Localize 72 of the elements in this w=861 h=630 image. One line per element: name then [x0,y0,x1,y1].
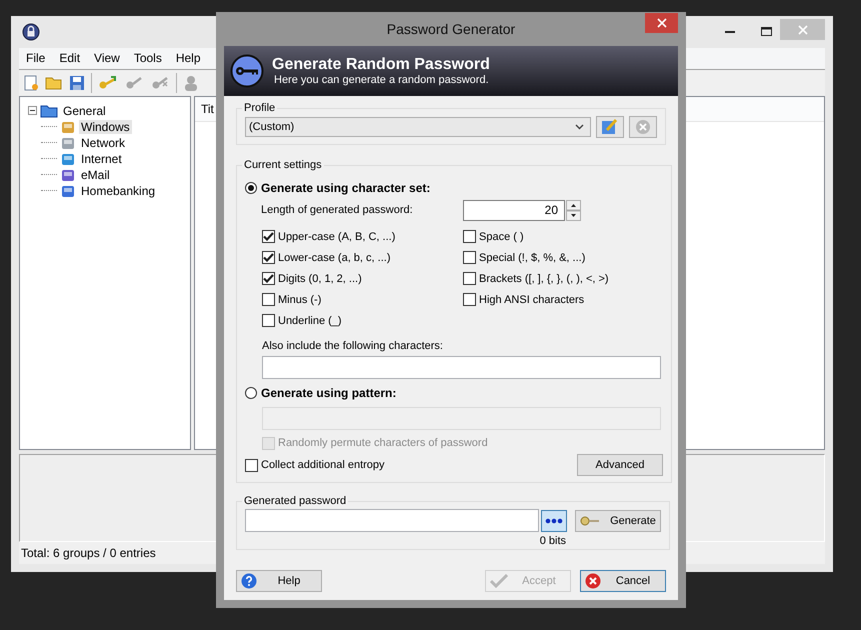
group-label: Generated password [243,495,348,507]
key-icon[interactable] [150,74,170,91]
delete-profile-button[interactable] [629,116,657,138]
help-icon [241,573,257,589]
banner-title: Generate Random Password [272,56,490,74]
group-label: Profile [243,102,276,114]
menu-item[interactable]: Edit [52,51,88,66]
status-text: Total: 6 groups / 0 entries [21,546,156,560]
folder-icon [40,104,58,118]
banner-subtitle: Here you can generate a random password. [274,74,490,86]
tree-item[interactable]: Network [79,136,128,150]
pencil-icon [601,118,619,136]
length-label: Length of generated password: [261,204,414,216]
also-include-label: Also include the following characters: [262,340,444,352]
group-label: Current settings [243,159,323,171]
option-checkbox[interactable]: Special (!, $, %, &, ...) [463,247,663,268]
column-header[interactable]: Tit [201,102,214,116]
entropy-checkbox[interactable]: Collect additional entropy [245,458,385,472]
check-icon [490,574,508,588]
maximize-icon[interactable] [761,27,772,36]
option-checkbox[interactable]: Digits (0, 1, 2, ...) [262,268,463,289]
option-checkbox[interactable]: Upper-case (A, B, C, ...) [262,226,463,247]
key-icon [580,514,600,526]
close-icon [656,18,666,28]
entropy-bits: 0 bits [538,535,566,547]
check-icon [263,253,274,262]
length-field[interactable]: 20 [463,200,565,220]
password-field[interactable] [245,509,539,532]
delete-icon [635,119,651,135]
close-icon [798,24,808,34]
option-checkbox[interactable]: Underline (_) [262,310,463,331]
check-icon [263,274,274,283]
lock-icon [22,22,40,41]
cancel-button[interactable]: Cancel [580,570,666,592]
profile-dropdown[interactable]: (Custom) [245,117,591,137]
advanced-button[interactable]: Advanced [577,454,663,476]
spin-buttons[interactable] [566,200,581,220]
save-icon[interactable] [69,74,85,91]
tree-item[interactable]: Windows [79,120,132,134]
menu-item[interactable]: Help [168,51,208,66]
option-checkbox[interactable]: High ANSI characters [463,289,663,310]
show-password-button[interactable] [541,510,567,532]
collapse-icon[interactable] [28,106,37,116]
window-title: Password Generator [386,21,516,37]
tree-item[interactable]: Internet [79,152,124,166]
also-include-field[interactable] [262,356,661,379]
help-button[interactable]: Help [236,570,322,592]
close-button[interactable] [645,13,678,33]
option-checkbox[interactable]: Minus (-) [262,289,463,310]
option-checkbox[interactable]: Brackets ([, ], {, }, (, ), <, >) [463,268,663,289]
key-icon[interactable] [98,74,118,91]
option-checkbox[interactable]: Space ( ) [463,226,663,247]
folder-icon[interactable] [45,74,63,91]
tree-item[interactable]: General [61,104,108,118]
edit-profile-button[interactable] [596,116,624,138]
key-icon[interactable] [124,74,144,91]
key-icon [230,54,264,88]
check-icon [263,232,274,241]
generate-button[interactable]: Generate [575,510,661,532]
menu-item[interactable]: File [19,51,52,66]
dots-icon [545,518,563,524]
new-file-icon[interactable] [23,74,39,91]
tree-item[interactable]: eMail [79,168,112,182]
charset-radio[interactable]: Generate using character set: [245,178,663,198]
menu-item[interactable]: Tools [126,51,169,66]
option-checkbox[interactable]: Lower-case (a, b, c, ...) [262,247,463,268]
pattern-radio[interactable]: Generate using pattern: [245,383,663,403]
tree-item[interactable]: Homebanking [79,184,158,198]
user-icon[interactable] [183,74,199,91]
cancel-icon [585,573,601,589]
caret-icon [575,124,584,130]
menu-item[interactable]: View [87,51,127,66]
